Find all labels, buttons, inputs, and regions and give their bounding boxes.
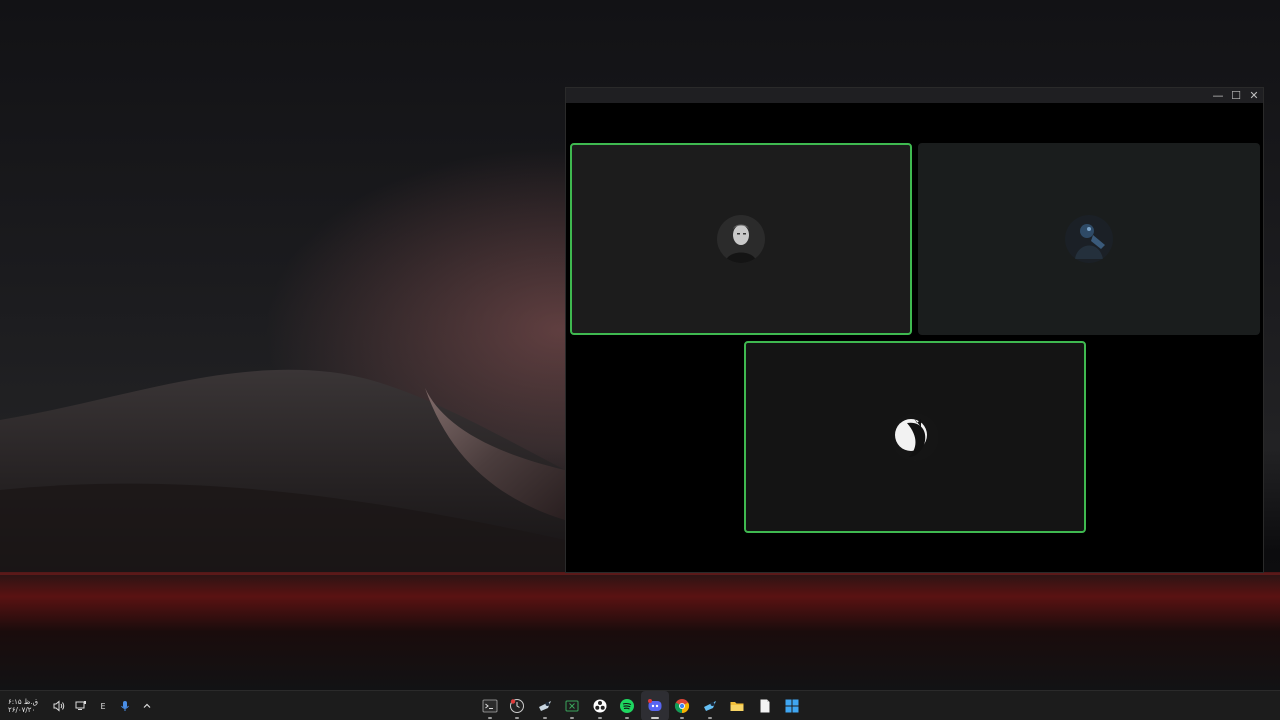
- user-avatar-figure-dark-icon[interactable]: [1065, 215, 1113, 263]
- obs-icon: [593, 699, 607, 713]
- steam-icon: [538, 701, 551, 711]
- volume-icon[interactable]: [52, 699, 66, 713]
- language-indicator[interactable]: E: [96, 702, 110, 711]
- user-avatar-man-portrait-icon[interactable]: [717, 215, 765, 263]
- taskbar-app-file-explorer[interactable]: [724, 691, 752, 720]
- user-avatar-silhouette-icon[interactable]: [891, 413, 939, 461]
- close-button[interactable]: ✕: [1245, 88, 1263, 103]
- spreadsheet-icon: [565, 700, 579, 712]
- terminal-icon: [482, 699, 498, 713]
- running-indicator: [597, 717, 602, 719]
- running-indicator: [515, 717, 520, 719]
- spotify-icon: [620, 699, 635, 713]
- running-indicator: [680, 717, 685, 719]
- show-hidden-icons-chevron-icon[interactable]: [140, 699, 154, 713]
- taskbar-start-button[interactable]: [779, 691, 807, 720]
- running-indicator: [707, 717, 712, 719]
- steam-icon: [703, 701, 716, 711]
- taskbar-app-notepad[interactable]: [751, 691, 779, 720]
- voice-call-window[interactable]: — ☐ ✕: [565, 87, 1264, 573]
- minimize-button[interactable]: —: [1209, 88, 1227, 103]
- windows-start-icon: [785, 699, 799, 713]
- participant-tile[interactable]: [570, 143, 912, 335]
- taskbar-app-spotify[interactable]: [614, 691, 642, 720]
- window-titlebar[interactable]: — ☐ ✕: [566, 88, 1263, 103]
- discord-icon: [647, 699, 662, 711]
- chrome-icon: [675, 699, 690, 714]
- running-indicator: [542, 717, 547, 719]
- taskbar-app-clock[interactable]: [504, 691, 532, 720]
- maximize-button[interactable]: ☐: [1227, 88, 1245, 103]
- clock-icon: [510, 699, 525, 713]
- microphone-icon[interactable]: [118, 699, 132, 713]
- taskbar-app-spreadsheet[interactable]: [559, 691, 587, 720]
- participant-tile[interactable]: [744, 341, 1086, 533]
- network-icon[interactable]: [74, 699, 88, 713]
- taskbar-app-obs[interactable]: [586, 691, 614, 720]
- participant-tile[interactable]: [918, 143, 1260, 335]
- clock-date: ۲۶/۰۷/۲۰: [8, 706, 36, 714]
- taskbar-app-steam[interactable]: [531, 691, 559, 720]
- running-indicator: [625, 717, 630, 719]
- taskbar-app-steam-2[interactable]: [696, 691, 724, 720]
- running-indicator: [487, 717, 492, 719]
- clock[interactable]: ۶:۱۵ ق.ظ ۲۶/۰۷/۲۰: [8, 698, 44, 714]
- taskbar-apps: [476, 691, 806, 720]
- taskbar-app-chrome[interactable]: [669, 691, 697, 720]
- taskbar: ۶:۱۵ ق.ظ ۲۶/۰۷/۲۰ E: [0, 690, 1280, 720]
- taskbar-app-terminal[interactable]: [476, 691, 504, 720]
- clock-time: ۶:۱۵ ق.ظ: [8, 698, 39, 706]
- running-indicator: [570, 717, 575, 719]
- taskbar-app-discord[interactable]: [641, 691, 669, 720]
- folder-icon: [730, 702, 744, 711]
- system-tray: ۶:۱۵ ق.ظ ۲۶/۰۷/۲۰ E: [8, 691, 154, 720]
- document-icon: [760, 699, 770, 713]
- running-indicator: [650, 717, 659, 719]
